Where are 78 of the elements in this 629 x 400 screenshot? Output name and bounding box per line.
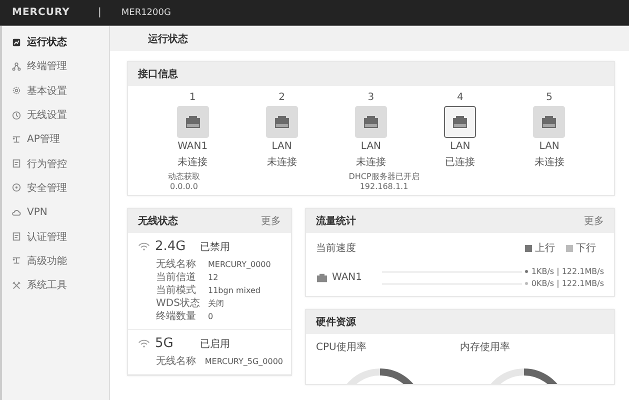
document-icon <box>12 232 21 242</box>
sidebar-item[interactable]: 行为管控 <box>2 151 109 176</box>
sidebar-item[interactable]: 系统工具 <box>2 272 109 298</box>
gauge-label: CPU使用率 <box>316 340 368 354</box>
sidebar-item[interactable]: 终端管理 <box>2 54 109 79</box>
antenna-icon <box>12 134 21 144</box>
sidebar-item[interactable]: 无线设置 <box>2 102 109 128</box>
sidebar-item[interactable]: VPN <box>2 200 109 224</box>
wan-info-text: 0.0.0.0 <box>170 182 198 191</box>
lan-info-text: 192.168.1.1 <box>360 182 408 191</box>
panel-title: 接口信息 <box>138 68 178 81</box>
field-label: 无线名称 <box>156 258 197 271</box>
port-number: 3 <box>368 92 374 103</box>
ethernet-port-icon <box>316 272 328 282</box>
port-name: LAN <box>450 141 470 152</box>
page-title: 运行状态 <box>148 32 188 46</box>
field-value: 11bgn mixed <box>208 285 260 297</box>
gauge-label: 内存使用率 <box>460 340 511 354</box>
panel-title: 无线状态 <box>138 214 178 228</box>
port-status: 未连接 <box>356 156 386 169</box>
band-name: 5G <box>155 336 174 351</box>
target-icon <box>12 183 21 192</box>
more-link[interactable]: 更多 <box>261 214 281 228</box>
wan-info-text: 动态获取 <box>168 171 200 182</box>
more-link[interactable]: 更多 <box>584 214 604 228</box>
lan-info-text: DHCP服务器已开启 <box>348 171 420 182</box>
panel-title: 流量统计 <box>316 214 356 228</box>
field-label: 终端数量 <box>156 310 197 323</box>
field-value: 关闭 <box>208 298 224 310</box>
wifi-icon <box>138 339 150 348</box>
network-icon <box>12 62 21 71</box>
field-value: MERCURY_0000 <box>208 259 271 271</box>
band-status: 已启用 <box>200 338 230 350</box>
gear-icon <box>12 86 21 96</box>
antenna-icon <box>12 256 21 266</box>
port-name: LAN <box>360 141 382 152</box>
sidebar-item[interactable]: 安全管理 <box>2 176 109 200</box>
tools-icon <box>12 280 21 290</box>
field-value: 12 <box>208 272 218 284</box>
legend-label: 下行 <box>576 242 596 255</box>
field-label: 当前信道 <box>156 271 197 284</box>
port-number: 1 <box>189 92 196 103</box>
port-number: 4 <box>456 92 464 103</box>
field-value: MERCURY_5G_0000 <box>204 356 283 368</box>
field-label: 当前模式 <box>156 284 197 297</box>
chart-icon <box>12 38 21 47</box>
sidebar-item[interactable]: 认证管理 <box>2 224 109 249</box>
port-status: 已连接 <box>445 156 476 169</box>
band-name: 2.4G <box>155 239 187 254</box>
sidebar-item[interactable]: 基本设置 <box>2 78 109 103</box>
panel-title: 硬件资源 <box>316 316 356 329</box>
port-name: LAN <box>539 141 560 152</box>
sidebar-item[interactable]: AP管理 <box>2 127 109 152</box>
port-name: WAN1 <box>178 141 208 152</box>
speed-reading: 0KB/s | 122.1MB/s <box>531 279 604 288</box>
port-name: LAN <box>272 141 292 152</box>
sidebar-item[interactable]: 运行状态 <box>2 30 109 54</box>
wifi-icon <box>138 242 150 251</box>
field-label: WDS状态 <box>156 297 201 310</box>
band-status: 已禁用 <box>200 240 230 254</box>
speed-label: 当前速度 <box>316 242 356 255</box>
speed-reading: 1KB/s | 122.1MB/s <box>531 267 604 276</box>
port-number: 2 <box>278 92 285 103</box>
cloud-icon <box>12 208 21 217</box>
field-value: 0 <box>208 311 214 323</box>
brand-logo: MERCURY <box>12 7 71 18</box>
interface-name: WAN1 <box>332 272 364 283</box>
port-number: 5 <box>546 92 553 103</box>
port-status: 未连接 <box>534 156 564 169</box>
field-label: 无线名称 <box>156 355 197 368</box>
port-status: 未连接 <box>266 156 297 169</box>
sidebar-item[interactable]: 高级功能 <box>2 248 109 273</box>
legend-label: 上行 <box>535 242 555 255</box>
model-name: MER1200G <box>121 8 171 18</box>
separator: | <box>98 7 102 18</box>
document-icon <box>12 159 21 168</box>
clock-icon <box>12 110 21 120</box>
port-status: 未连接 <box>178 156 208 169</box>
